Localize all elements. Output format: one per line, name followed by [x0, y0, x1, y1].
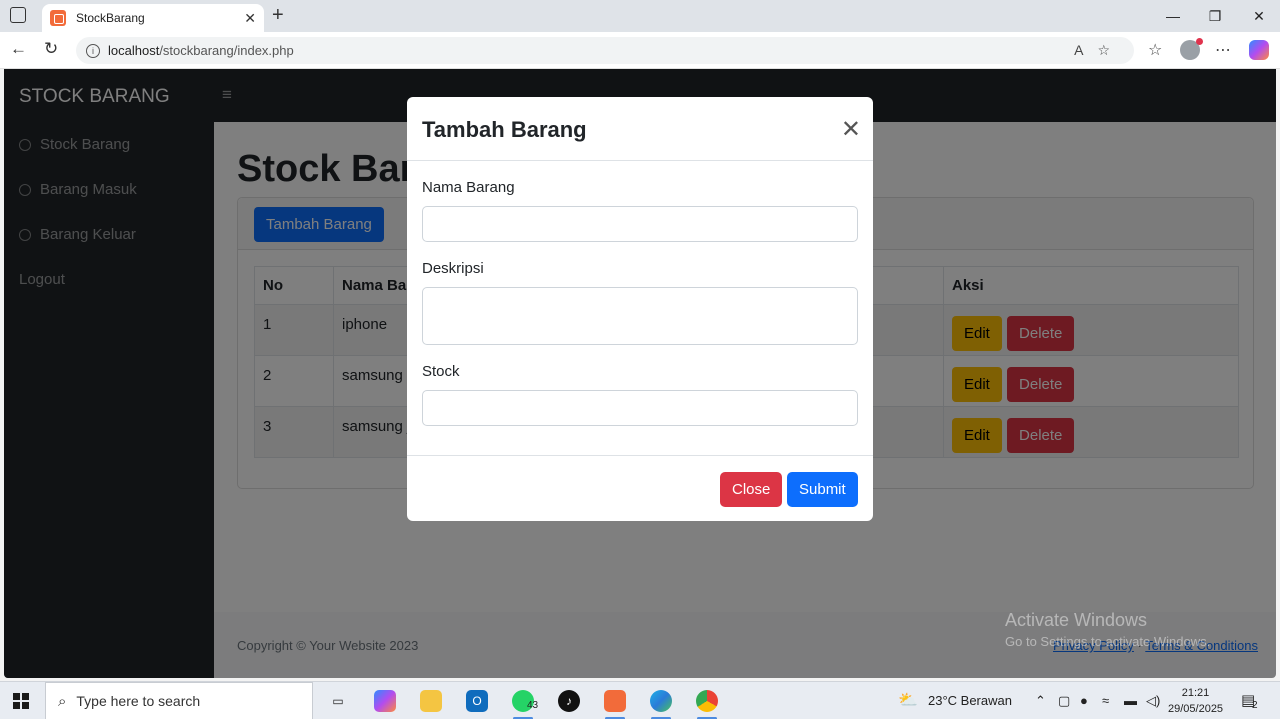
- xampp-favicon-icon: [50, 10, 66, 26]
- windows-start-icon[interactable]: [13, 693, 29, 709]
- submit-button[interactable]: Submit: [787, 472, 858, 507]
- tiktok-icon[interactable]: ♪: [558, 690, 580, 712]
- close-window-button[interactable]: ✕: [1236, 0, 1280, 32]
- taskbar-search-box[interactable]: ⌕ Type here to search: [45, 682, 313, 719]
- browser-tab[interactable]: StockBarang ✕: [42, 4, 264, 32]
- microphone-icon[interactable]: ●: [1080, 693, 1088, 708]
- web-page: STOCK BARANG ≡ Stock Barang Barang Masuk…: [4, 69, 1276, 678]
- activate-windows-subtext: Go to Settings to activate Windows.: [1005, 634, 1211, 649]
- copilot-app-icon[interactable]: [374, 690, 396, 712]
- clock-date: 29/05/2025: [1168, 703, 1224, 715]
- stock-label: Stock: [422, 363, 460, 380]
- deskripsi-label: Deskripsi: [422, 260, 484, 277]
- chevron-up-icon[interactable]: ⌃: [1035, 693, 1046, 709]
- stock-input[interactable]: [422, 390, 858, 426]
- weather-icon[interactable]: ⛅: [898, 690, 918, 710]
- file-explorer-icon[interactable]: [420, 690, 442, 712]
- profile-avatar[interactable]: [1180, 38, 1203, 60]
- xampp-icon[interactable]: [604, 690, 626, 712]
- site-info-icon[interactable]: i: [86, 43, 100, 58]
- tab-close-icon[interactable]: ✕: [244, 10, 256, 27]
- tab-title: StockBarang: [76, 11, 145, 25]
- battery-icon[interactable]: ▬: [1124, 693, 1137, 708]
- back-icon[interactable]: ←: [10, 39, 27, 59]
- windows-taskbar: ⌕ Type here to search ▭ O 43 ♪ ⛅ 23°C Be…: [0, 681, 1280, 719]
- close-button[interactable]: Close: [720, 472, 783, 507]
- modal-footer: Close Submit: [407, 455, 873, 521]
- weather-text[interactable]: 23°C Berawan: [928, 693, 1012, 708]
- activate-windows-watermark: Activate Windows: [1005, 610, 1148, 630]
- notification-count: 2: [1252, 700, 1258, 711]
- clock-time: 21:21: [1181, 687, 1210, 699]
- system-clock[interactable]: 21:21 29/05/2025: [1168, 685, 1223, 717]
- copilot-icon[interactable]: [1249, 40, 1269, 60]
- modal-title: Tambah Barang: [422, 117, 587, 142]
- search-placeholder: Type here to search: [76, 693, 201, 709]
- browser-toolbar: ← ↻ i localhost/stockbarang/index.php A☆…: [0, 32, 1280, 69]
- favorites-icon[interactable]: ☆: [1148, 40, 1162, 60]
- tambah-barang-modal: Tambah Barang ✕ Nama Barang Deskripsi St…: [407, 97, 873, 521]
- wifi-icon[interactable]: ≈: [1102, 693, 1109, 708]
- refresh-icon[interactable]: ↻: [44, 39, 58, 59]
- minimize-button[interactable]: —: [1150, 0, 1196, 32]
- address-bar[interactable]: i localhost/stockbarang/index.php A☆: [76, 37, 1134, 64]
- sidebar-toggle-icon[interactable]: [10, 7, 26, 23]
- meet-now-icon[interactable]: ▢: [1058, 693, 1070, 709]
- modal-close-icon[interactable]: ✕: [841, 115, 861, 144]
- edge-icon[interactable]: [650, 690, 672, 712]
- nama-barang-label: Nama Barang: [422, 179, 515, 196]
- volume-icon[interactable]: ◁): [1146, 693, 1160, 709]
- read-aloud-and-favorite-icons[interactable]: A☆: [1074, 42, 1124, 59]
- nama-barang-input[interactable]: [422, 206, 858, 242]
- chrome-icon[interactable]: [696, 690, 718, 712]
- more-menu-icon[interactable]: ⋯: [1215, 40, 1231, 60]
- search-icon: ⌕: [58, 692, 67, 710]
- new-tab-button[interactable]: +: [272, 4, 284, 27]
- task-view-icon[interactable]: ▭: [327, 690, 349, 712]
- modal-header: Tambah Barang ✕: [407, 97, 873, 161]
- deskripsi-textarea[interactable]: [422, 287, 858, 345]
- whatsapp-badge: 43: [527, 700, 539, 711]
- url-path: /stockbarang/index.php: [159, 43, 294, 58]
- browser-tab-strip: StockBarang ✕ + — ❐ ✕: [0, 0, 1280, 32]
- outlook-icon[interactable]: O: [466, 690, 488, 712]
- restore-button[interactable]: ❐: [1192, 0, 1238, 32]
- url-host: localhost: [108, 43, 160, 58]
